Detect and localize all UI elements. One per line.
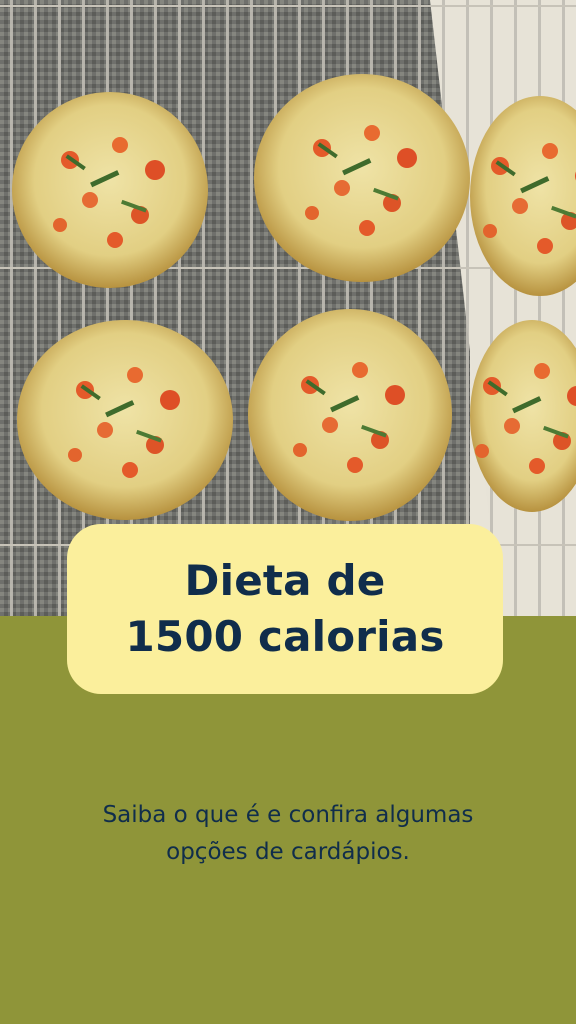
subtitle: Saiba o que é e confira algumas opções d… <box>40 797 536 871</box>
egg-muffin <box>248 309 452 521</box>
title-card: Dieta de 1500 calorias <box>67 524 503 694</box>
egg-muffin <box>254 74 470 282</box>
egg-muffin <box>17 320 233 520</box>
title-line-2: 1500 calorias <box>125 612 445 661</box>
subtitle-line-2: opções de cardápios. <box>166 839 410 865</box>
title-line-1: Dieta de <box>184 556 386 605</box>
subtitle-line-1: Saiba o que é e confira algumas <box>102 802 474 828</box>
egg-muffin <box>12 92 208 288</box>
